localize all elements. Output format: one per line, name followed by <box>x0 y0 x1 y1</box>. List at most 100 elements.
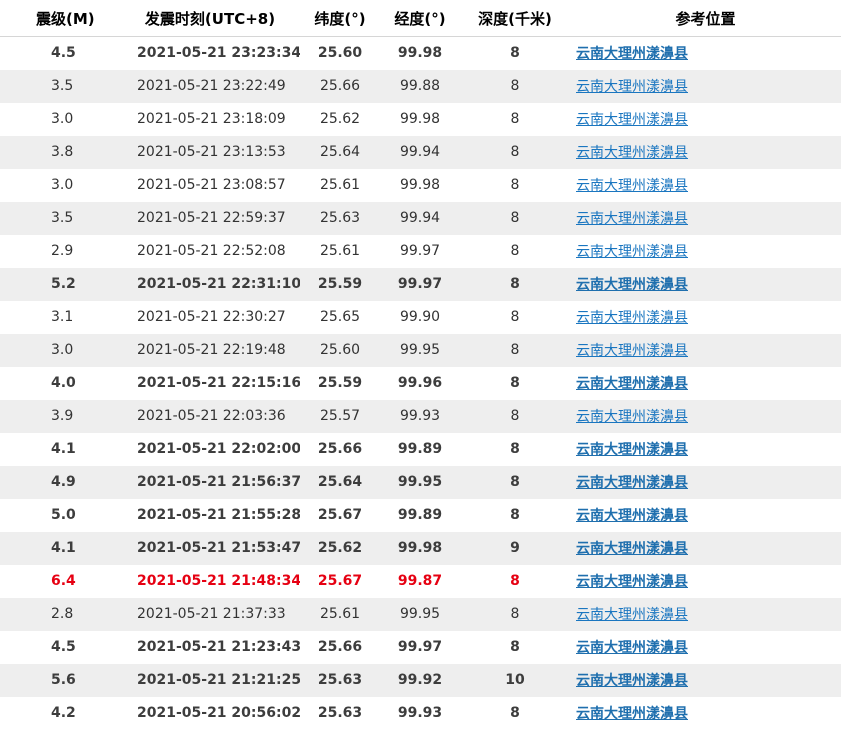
table-row[interactable]: 3.5 2021-05-21 23:22:49 25.66 99.88 8 云南大理州漾濞… <box>0 69 841 103</box>
location-link[interactable]: 云南大理州漾濞县 <box>576 442 688 458</box>
cell-time: 2021-05-21 21:48:34 <box>137 573 300 589</box>
cell-latitude: 25.60 <box>319 342 361 358</box>
location-link[interactable]: 云南大理州漾濞县 <box>576 211 688 227</box>
cell-latitude: 25.66 <box>317 639 363 655</box>
cell-longitude: 99.94 <box>399 210 441 226</box>
table-row[interactable]: 5.0 2021-05-21 21:55:28 25.67 99.89 8 云南大理州漾濞… <box>0 499 841 532</box>
header-location[interactable]: 参考位置 <box>570 0 841 37</box>
cell-depth: 8 <box>510 309 520 325</box>
table-body: 4.5 2021-05-21 23:23:34 25.60 99.98 8 云南大理州漾濞… <box>0 37 841 730</box>
cell-latitude: 25.67 <box>317 507 363 523</box>
header-latitude[interactable]: 纬度(°) <box>300 0 380 37</box>
cell-latitude: 25.59 <box>317 276 363 292</box>
cell-location: 云南大理州漾濞县 <box>570 466 841 499</box>
cell-location: 云南大理州漾濞县 <box>570 532 841 565</box>
location-link[interactable]: 云南大理州漾濞县 <box>576 508 688 524</box>
table-row[interactable]: 3.5 2021-05-21 22:59:37 25.63 99.94 8 云南大理州漾濞… <box>0 201 841 235</box>
cell-longitude: 99.88 <box>399 78 441 94</box>
cell-magnitude: 3.9 <box>51 408 74 424</box>
cell-latitude: 25.61 <box>319 606 361 622</box>
cell-depth: 8 <box>510 144 520 160</box>
location-link[interactable]: 云南大理州漾濞县 <box>576 475 688 491</box>
cell-time: 2021-05-21 20:56:02 <box>137 705 300 721</box>
table-row[interactable]: 5.6 2021-05-21 21:21:25 25.63 99.92 10 云南大理州漾… <box>0 663 841 697</box>
cell-magnitude: 2.8 <box>51 606 74 622</box>
cell-depth: 9 <box>510 540 520 556</box>
location-link[interactable]: 云南大理州漾濞县 <box>576 673 688 689</box>
table-row[interactable]: 4.2 2021-05-21 20:56:02 25.63 99.93 8 云南大理州漾濞… <box>0 697 841 730</box>
cell-latitude: 25.61 <box>319 177 361 193</box>
cell-longitude: 99.93 <box>399 408 441 424</box>
cell-depth: 8 <box>510 705 520 721</box>
cell-magnitude: 3.5 <box>51 210 74 226</box>
cell-depth: 8 <box>510 177 520 193</box>
location-link[interactable]: 云南大理州漾濞县 <box>576 277 688 293</box>
cell-magnitude: 6.4 <box>51 573 76 589</box>
cell-location: 云南大理州漾濞县 <box>570 301 841 334</box>
table-row[interactable]: 4.5 2021-05-21 21:23:43 25.66 99.97 8 云南大理州漾濞… <box>0 631 841 664</box>
cell-depth: 8 <box>510 441 520 457</box>
location-link[interactable]: 云南大理州漾濞县 <box>576 409 688 425</box>
table-row[interactable]: 3.0 2021-05-21 23:08:57 25.61 99.98 8 云南大理州漾濞… <box>0 169 841 202</box>
cell-time: 2021-05-21 23:22:49 <box>137 78 286 94</box>
cell-longitude: 99.97 <box>397 276 443 292</box>
location-link[interactable]: 云南大理州漾濞县 <box>576 343 688 359</box>
header-magnitude[interactable]: 震级(M) <box>0 0 120 37</box>
location-link[interactable]: 云南大理州漾濞县 <box>576 607 688 623</box>
table-row[interactable]: 4.5 2021-05-21 23:23:34 25.60 99.98 8 云南大理州漾濞… <box>0 37 841 70</box>
cell-location: 云南大理州漾濞县 <box>570 136 841 169</box>
cell-depth: 8 <box>510 507 520 523</box>
location-link[interactable]: 云南大理州漾濞县 <box>576 244 688 260</box>
cell-magnitude: 5.0 <box>51 507 76 523</box>
cell-time: 2021-05-21 22:15:16 <box>137 375 300 391</box>
table-row[interactable]: 3.8 2021-05-21 23:13:53 25.64 99.94 8 云南大理州漾濞… <box>0 135 841 169</box>
table-row[interactable]: 4.1 2021-05-21 21:53:47 25.62 99.98 9 云南大理州漾濞… <box>0 531 841 565</box>
table-row[interactable]: 6.4 2021-05-21 21:48:34 25.67 99.87 8 云南大理州漾濞… <box>0 565 841 598</box>
cell-latitude: 25.61 <box>319 243 361 259</box>
table-row[interactable]: 4.0 2021-05-21 22:15:16 25.59 99.96 8 云南大理州漾濞… <box>0 367 841 400</box>
earthquake-table: 震级(M) 发震时刻(UTC+8) 纬度(°) 经度(°) 深度(千米) 参考位… <box>0 0 841 730</box>
table-row[interactable]: 3.9 2021-05-21 22:03:36 25.57 99.93 8 云南大理州漾濞… <box>0 399 841 433</box>
cell-location: 云南大理州漾濞县 <box>570 70 841 103</box>
cell-location: 云南大理州漾濞县 <box>570 37 841 70</box>
cell-longitude: 99.95 <box>397 474 443 490</box>
table-row[interactable]: 3.1 2021-05-21 22:30:27 25.65 99.90 8 云南大理州漾濞… <box>0 301 841 334</box>
location-link[interactable]: 云南大理州漾濞县 <box>576 145 688 161</box>
cell-time: 2021-05-21 21:37:33 <box>137 606 286 622</box>
location-link[interactable]: 云南大理州漾濞县 <box>576 640 688 656</box>
table-row[interactable]: 2.9 2021-05-21 22:52:08 25.61 99.97 8 云南大理州漾濞… <box>0 235 841 268</box>
cell-magnitude: 3.0 <box>51 111 74 127</box>
cell-latitude: 25.64 <box>317 474 363 490</box>
location-link[interactable]: 云南大理州漾濞县 <box>576 310 688 326</box>
header-depth[interactable]: 深度(千米) <box>460 0 570 37</box>
table-row[interactable]: 2.8 2021-05-21 21:37:33 25.61 99.95 8 云南大理州漾濞… <box>0 597 841 631</box>
table-row[interactable]: 4.1 2021-05-21 22:02:00 25.66 99.89 8 云南大理州漾濞… <box>0 433 841 466</box>
cell-longitude: 99.89 <box>397 441 443 457</box>
location-link[interactable]: 云南大理州漾濞县 <box>576 79 688 95</box>
cell-depth: 8 <box>510 606 520 622</box>
table-row[interactable]: 4.9 2021-05-21 21:56:37 25.64 99.95 8 云南大理州漾濞… <box>0 465 841 499</box>
location-link[interactable]: 云南大理州漾濞县 <box>576 706 688 722</box>
cell-time: 2021-05-21 23:13:53 <box>137 144 286 160</box>
cell-time: 2021-05-21 22:31:10 <box>137 276 300 292</box>
header-time[interactable]: 发震时刻(UTC+8) <box>120 0 300 37</box>
location-link[interactable]: 云南大理州漾濞县 <box>576 46 688 62</box>
cell-location: 云南大理州漾濞县 <box>570 697 841 730</box>
header-longitude[interactable]: 经度(°) <box>380 0 460 37</box>
table-row[interactable]: 5.2 2021-05-21 22:31:10 25.59 99.97 8 云南大理州漾濞… <box>0 267 841 301</box>
location-link[interactable]: 云南大理州漾濞县 <box>576 112 688 128</box>
table-row[interactable]: 3.0 2021-05-21 23:18:09 25.62 99.98 8 云南大理州漾濞… <box>0 103 841 136</box>
cell-magnitude: 3.0 <box>51 342 74 358</box>
location-link[interactable]: 云南大理州漾濞县 <box>576 178 688 194</box>
table-row[interactable]: 3.0 2021-05-21 22:19:48 25.60 99.95 8 云南大理州漾濞… <box>0 333 841 367</box>
cell-longitude: 99.90 <box>399 309 441 325</box>
location-link[interactable]: 云南大理州漾濞县 <box>576 574 688 590</box>
cell-longitude: 99.95 <box>399 606 441 622</box>
location-link[interactable]: 云南大理州漾濞县 <box>576 541 688 557</box>
location-link[interactable]: 云南大理州漾濞县 <box>576 376 688 392</box>
cell-latitude: 25.63 <box>317 705 363 721</box>
cell-magnitude: 5.6 <box>51 672 76 688</box>
cell-longitude: 99.98 <box>397 45 443 62</box>
cell-depth: 8 <box>510 210 520 226</box>
cell-location: 云南大理州漾濞县 <box>570 400 841 433</box>
